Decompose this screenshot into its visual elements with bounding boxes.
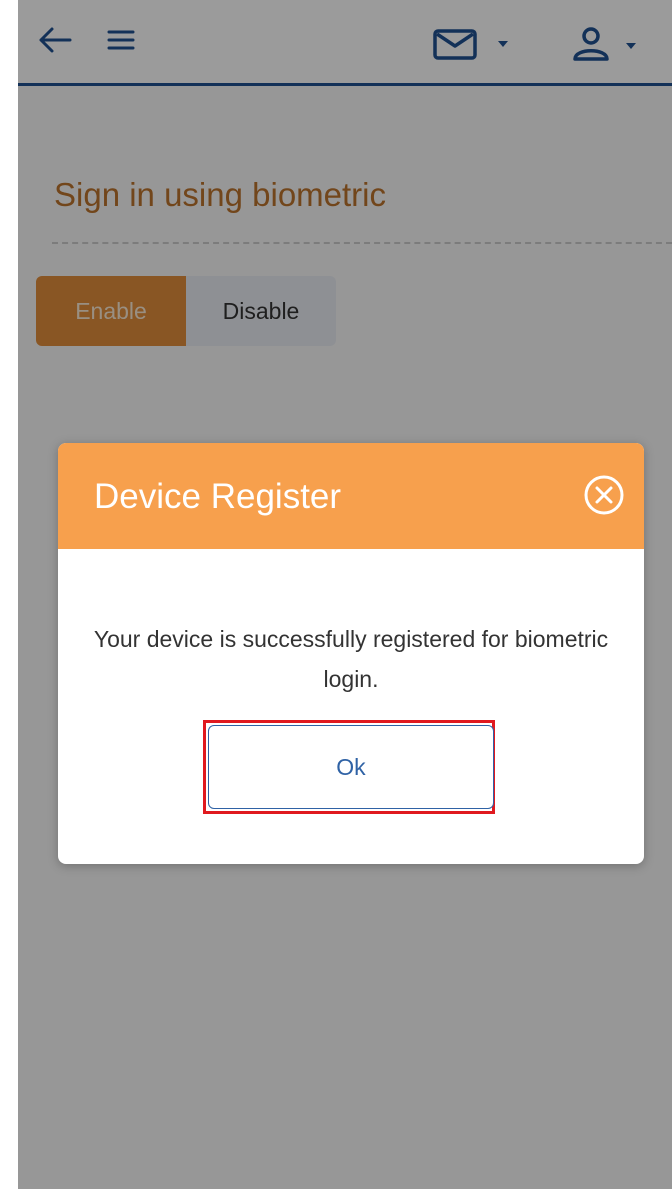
app-screen: Sign in using biometric Enable Disable D… xyxy=(18,0,672,1189)
dialog-header: Device Register xyxy=(58,443,644,549)
ok-button[interactable]: Ok xyxy=(208,725,494,809)
device-register-dialog: Device Register Your device is successfu… xyxy=(58,443,644,864)
dialog-title: Device Register xyxy=(94,477,342,516)
dialog-message: Your device is successfully registered f… xyxy=(93,626,609,692)
close-circle-icon[interactable] xyxy=(582,473,626,517)
